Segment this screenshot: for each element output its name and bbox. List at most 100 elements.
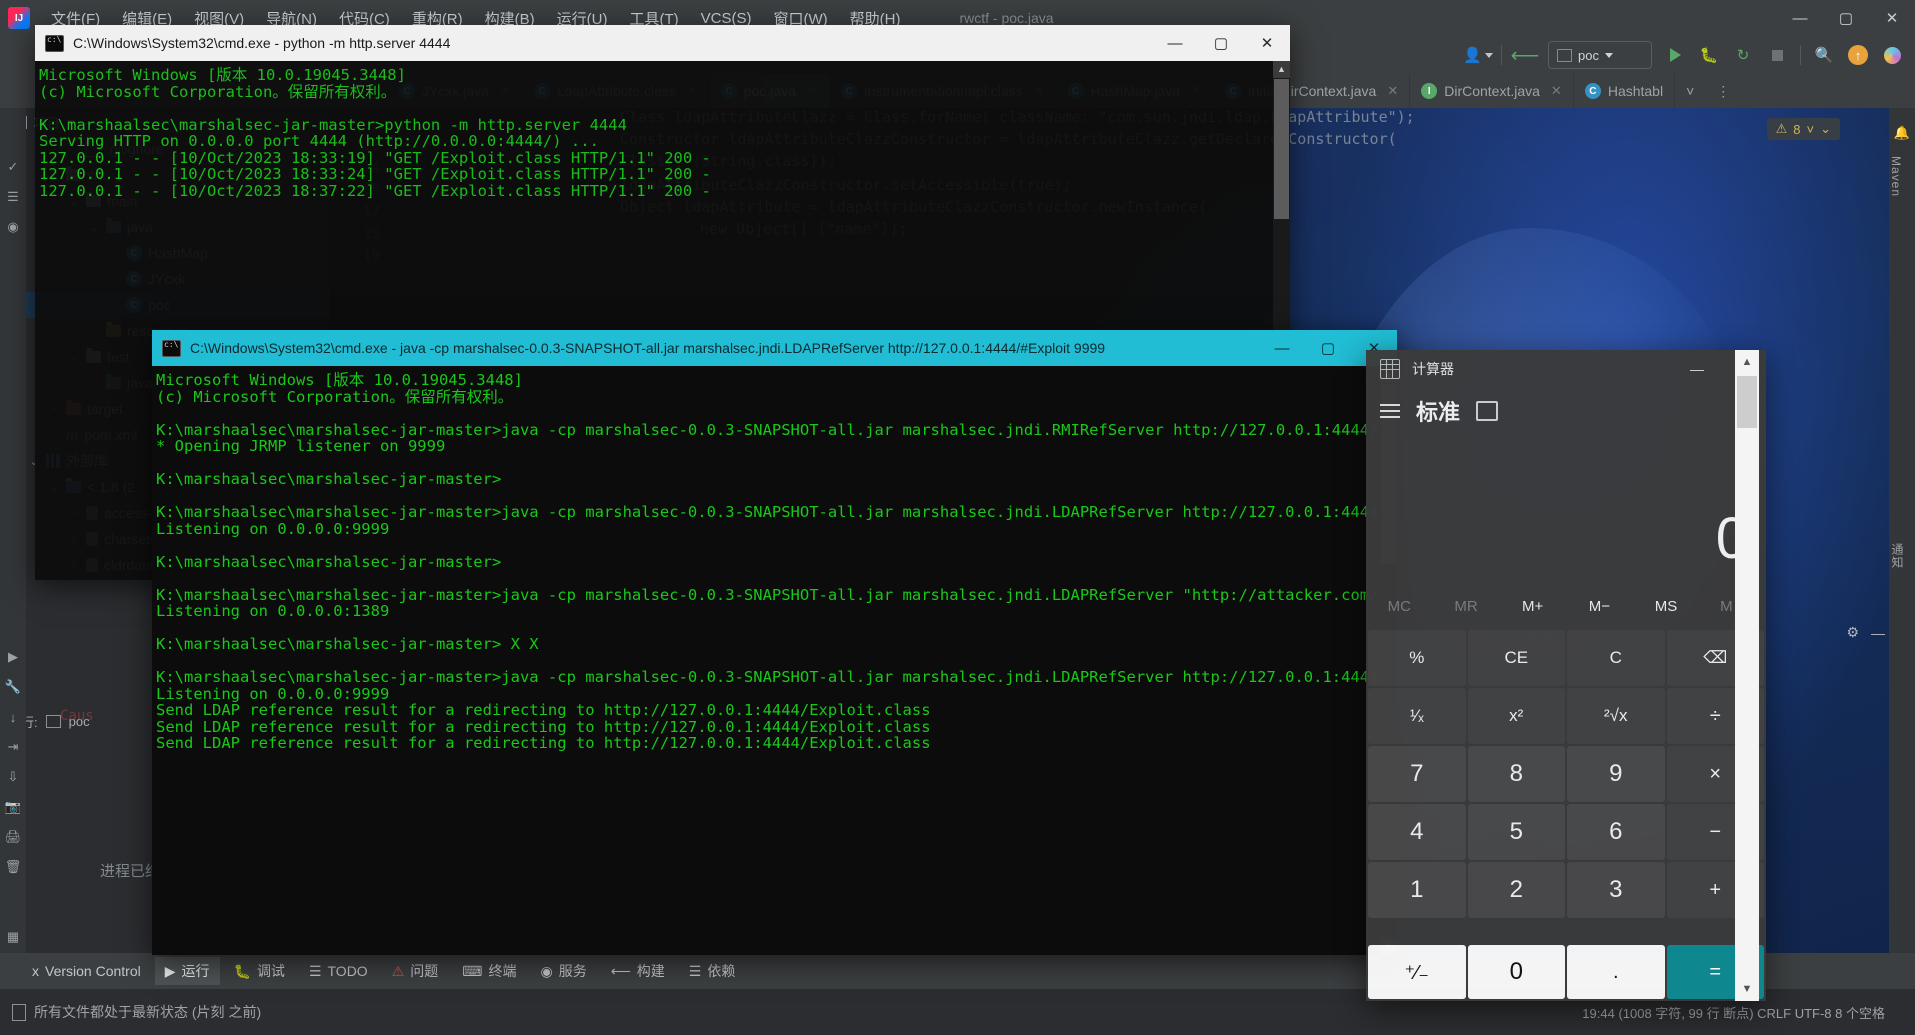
window-controls: — ▢ ✕ — [1777, 0, 1915, 36]
search-icon[interactable]: 🔍 — [1809, 42, 1839, 68]
clear-key[interactable]: C — [1567, 630, 1665, 686]
delete-icon[interactable]: 🗑 — [0, 852, 26, 882]
cmd2-title-bar[interactable]: C:\Windows\System32\cmd.exe - java -cp m… — [152, 330, 1397, 366]
resume-icon[interactable]: ⇥ — [0, 732, 26, 762]
notifications-label[interactable]: 通知 — [1889, 535, 1906, 577]
tab-dircontext[interactable]: I DirContext.java ✕ — [1410, 74, 1574, 108]
status-version-control[interactable]: x Version Control — [22, 959, 151, 983]
memory-clear-button[interactable]: MC — [1366, 598, 1433, 615]
hide-icon[interactable]: — — [1871, 625, 1885, 641]
scroll-up-icon[interactable]: ▲ — [1273, 61, 1290, 78]
status-dependencies[interactable]: ☰ 依赖 — [679, 957, 746, 985]
minimize-button[interactable]: — — [1674, 350, 1720, 388]
tabs-more-button[interactable]: ⋮ — [1705, 74, 1741, 108]
cmd2-console-output[interactable]: Microsoft Windows [版本 10.0.19045.3448] (… — [152, 366, 1397, 955]
bottom-message: 所有文件都处于最新状态 (片刻 之前) — [34, 1004, 262, 1020]
memory-subtract-button[interactable]: M− — [1566, 598, 1633, 615]
warning-count: 8 — [1793, 121, 1801, 137]
negate-key[interactable]: ⁺⁄₋ — [1368, 945, 1466, 999]
close-button[interactable]: ✕ — [1869, 0, 1915, 36]
digit-7-key[interactable]: 7 — [1368, 746, 1466, 802]
inspection-warning-badge[interactable]: ⚠ 8 ˅ ⌄ — [1766, 118, 1840, 140]
decimal-key[interactable]: . — [1567, 945, 1665, 999]
close-icon[interactable]: ✕ — [1387, 83, 1398, 99]
dependencies-icon: ☰ — [688, 962, 702, 979]
status-label: Version Control — [45, 963, 141, 979]
run-button[interactable] — [1660, 42, 1690, 68]
status-terminal[interactable]: ⌨ 终端 — [452, 957, 526, 985]
close-icon[interactable]: ✕ — [1551, 83, 1562, 99]
sqrt-key[interactable]: ²√x — [1567, 688, 1665, 744]
percent-key[interactable]: % — [1368, 630, 1466, 686]
grid-icon[interactable]: ▦ — [0, 922, 26, 952]
reciprocal-key[interactable]: ¹⁄ₓ — [1368, 688, 1466, 744]
user-icon[interactable]: 👤 — [1463, 42, 1493, 68]
commit-icon[interactable]: ✓ — [0, 152, 26, 182]
services-icon[interactable]: ◉ — [0, 212, 26, 242]
tabs-overflow-button[interactable]: ˅ — [1675, 74, 1705, 108]
chevron-down-icon[interactable]: ⌄ — [1820, 121, 1831, 137]
minimize-button[interactable]: — — [1777, 0, 1823, 36]
maximize-button[interactable]: ▢ — [1198, 25, 1244, 61]
cmd1-title-bar[interactable]: C:\Windows\System32\cmd.exe - python -m … — [35, 25, 1290, 61]
run-icon[interactable]: ▶ — [0, 642, 26, 672]
cmd-window-ldap-ref-server[interactable]: C:\Windows\System32\cmd.exe - java -cp m… — [152, 330, 1397, 955]
minimize-button[interactable]: — — [1152, 25, 1198, 61]
settings-icon[interactable]: ⚙ — [1846, 624, 1859, 641]
console-icon — [162, 339, 181, 357]
status-build[interactable]: ⟵ 构建 — [601, 957, 675, 985]
digit-5-key[interactable]: 5 — [1467, 804, 1565, 860]
status-todo[interactable]: ☰ TODO — [299, 959, 378, 984]
memory-store-button[interactable]: MS — [1633, 598, 1700, 615]
cmd1-scroll-thumb[interactable] — [1274, 79, 1289, 219]
stop-button[interactable] — [1762, 42, 1792, 68]
debug-button[interactable]: 🐛 — [1694, 42, 1724, 68]
status-label: 终端 — [488, 963, 517, 979]
digit-8-key[interactable]: 8 — [1467, 746, 1565, 802]
status-services[interactable]: ◉ 服务 — [530, 957, 596, 985]
calculator-title-bar[interactable]: 计算器 — ▢ — [1366, 350, 1766, 388]
print-icon[interactable]: 🖨 — [0, 822, 26, 852]
run-configuration-selector[interactable]: poc — [1548, 41, 1652, 69]
digit-2-key[interactable]: 2 — [1467, 862, 1565, 918]
run-with-coverage-button[interactable]: ↻ — [1728, 42, 1758, 68]
close-button[interactable]: ✕ — [1244, 25, 1290, 61]
digit-3-key[interactable]: 3 — [1567, 862, 1665, 918]
minimize-button[interactable]: — — [1259, 330, 1305, 366]
editor-vertical-scrollbar[interactable]: ▲ ▼ — [1735, 350, 1759, 1001]
step-icon[interactable]: ⇩ — [0, 762, 26, 792]
status-run[interactable]: ▶ 运行 — [154, 957, 220, 985]
status-problems[interactable]: ⚠ 问题 — [382, 957, 449, 985]
notifications-icon[interactable]: 🔔 — [1889, 118, 1915, 148]
maven-label[interactable]: Maven — [1889, 148, 1903, 205]
chevron-up-icon[interactable]: ˅ — [1807, 122, 1815, 137]
scroll-down-icon[interactable]: ▼ — [1735, 977, 1759, 1001]
updates-icon[interactable]: ↑ — [1843, 42, 1873, 68]
hamburger-menu-icon[interactable] — [1380, 404, 1400, 418]
vcs-update-icon[interactable]: ⟵ — [1510, 42, 1540, 68]
digit-4-key[interactable]: 4 — [1368, 804, 1466, 860]
wrench-icon[interactable]: 🔧 — [0, 672, 26, 702]
maximize-button[interactable]: ▢ — [1823, 0, 1869, 36]
status-debug[interactable]: 🐛 调试 — [224, 957, 295, 985]
calculator-window[interactable]: 计算器 — ▢ 标准 0 MC MR M+ M− MS M⌄ % CE C ⌫ … — [1366, 350, 1766, 1001]
clear-entry-key[interactable]: CE — [1467, 630, 1565, 686]
scrollbar-thumb[interactable] — [1737, 376, 1757, 428]
memory-add-button[interactable]: M+ — [1499, 598, 1566, 615]
editor-caret-info[interactable]: 19:44 (1008 字符, 99 行 断点) CRLF UTF-8 8 个空… — [1582, 1003, 1885, 1022]
structure-icon[interactable]: ☰ — [0, 182, 26, 212]
keep-on-top-icon[interactable] — [1476, 401, 1499, 421]
camera-icon[interactable]: 📷 — [0, 792, 26, 822]
digit-1-key[interactable]: 1 — [1368, 862, 1466, 918]
square-key[interactable]: x² — [1467, 688, 1565, 744]
scroll-up-icon[interactable]: ▲ — [1735, 350, 1759, 374]
terminal-icon: ⌨ — [462, 962, 483, 979]
memory-recall-button[interactable]: MR — [1433, 598, 1500, 615]
maximize-button[interactable]: ▢ — [1305, 330, 1351, 366]
tab-hashtable[interactable]: C Hashtabl — [1574, 74, 1676, 108]
ai-assistant-icon[interactable] — [1877, 42, 1907, 68]
download-icon[interactable]: ↓ — [0, 702, 26, 732]
digit-6-key[interactable]: 6 — [1567, 804, 1665, 860]
digit-9-key[interactable]: 9 — [1567, 746, 1665, 802]
digit-0-key[interactable]: 0 — [1467, 945, 1565, 999]
